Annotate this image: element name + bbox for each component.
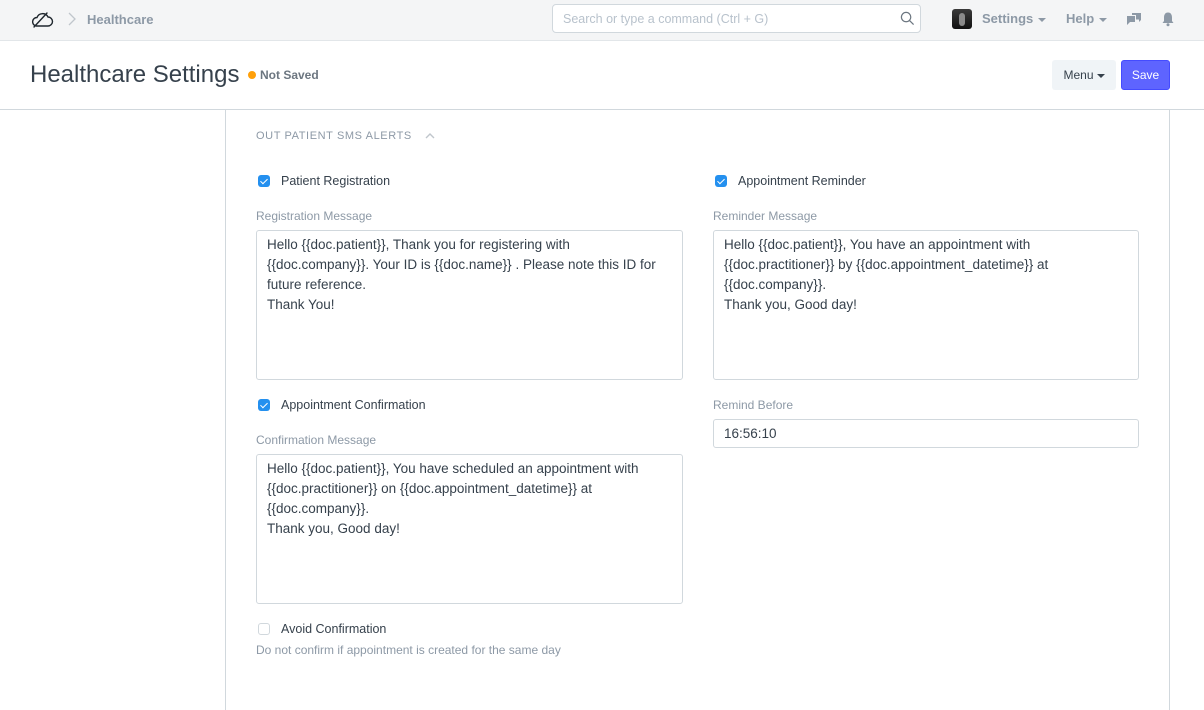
- patient-registration-label: Patient Registration: [281, 174, 391, 188]
- confirmation-message-field[interactable]: Hello {{doc.patient}}, You have schedule…: [256, 454, 683, 604]
- save-button[interactable]: Save: [1121, 60, 1170, 90]
- caret-down-icon: [1099, 17, 1108, 22]
- search-bar[interactable]: [552, 4, 921, 33]
- settings-label: Settings: [982, 11, 1034, 26]
- section-title[interactable]: OUT PATIENT SMS ALERTS: [256, 130, 412, 142]
- status-text: Not Saved: [260, 68, 319, 82]
- checkbox-checked[interactable]: [258, 175, 270, 187]
- form-section-card: OUT PATIENT SMS ALERTS Patient Registrat…: [225, 110, 1170, 710]
- menu-label: Menu: [1063, 68, 1094, 82]
- search-icon[interactable]: [900, 11, 915, 26]
- avoid-confirmation-description: Do not confirm if appointment is created…: [256, 643, 561, 657]
- page-title: Healthcare Settings: [30, 61, 240, 88]
- chat-icon[interactable]: [1126, 11, 1142, 27]
- navbar: Healthcare Settings Help: [0, 0, 1204, 41]
- page-header: Healthcare Settings Not Saved Menu Save: [0, 41, 1204, 110]
- appointment-confirmation-checkbox[interactable]: Appointment Confirmation: [258, 398, 426, 412]
- chevron-right-icon: [68, 12, 76, 26]
- remind-before-label: Remind Before: [713, 398, 794, 412]
- breadcrumb-healthcare[interactable]: Healthcare: [87, 12, 153, 27]
- chevron-up-icon[interactable]: [424, 131, 436, 141]
- settings-dropdown[interactable]: Settings: [982, 11, 1047, 26]
- checkbox-unchecked[interactable]: [258, 623, 270, 635]
- help-dropdown[interactable]: Help: [1066, 11, 1108, 26]
- bell-icon[interactable]: [1160, 11, 1176, 27]
- patient-registration-checkbox[interactable]: Patient Registration: [258, 174, 390, 188]
- status-dot: [248, 71, 256, 79]
- status-badge: Not Saved: [248, 68, 319, 82]
- menu-button[interactable]: Menu: [1052, 60, 1116, 90]
- appointment-reminder-checkbox[interactable]: Appointment Reminder: [715, 174, 866, 188]
- reminder-message-label: Reminder Message: [713, 209, 818, 223]
- caret-down-icon: [1096, 73, 1105, 78]
- registration-message-label: Registration Message: [256, 209, 373, 223]
- registration-message-field[interactable]: Hello {{doc.patient}}, Thank you for reg…: [256, 230, 683, 380]
- appointment-confirmation-label: Appointment Confirmation: [281, 398, 426, 412]
- remind-before-field[interactable]: [713, 419, 1139, 448]
- checkbox-checked[interactable]: [715, 175, 727, 187]
- avoid-confirmation-label: Avoid Confirmation: [281, 622, 387, 636]
- help-label: Help: [1066, 11, 1095, 26]
- appointment-reminder-label: Appointment Reminder: [738, 174, 866, 188]
- avatar[interactable]: [952, 9, 972, 29]
- checkbox-checked[interactable]: [258, 399, 270, 411]
- search-input[interactable]: [553, 5, 883, 32]
- avoid-confirmation-checkbox[interactable]: Avoid Confirmation: [258, 622, 386, 636]
- reminder-message-field[interactable]: Hello {{doc.patient}}, You have an appoi…: [713, 230, 1139, 380]
- confirmation-message-label: Confirmation Message: [256, 433, 377, 447]
- cloud-logo-icon[interactable]: [30, 9, 54, 29]
- caret-down-icon: [1038, 17, 1047, 22]
